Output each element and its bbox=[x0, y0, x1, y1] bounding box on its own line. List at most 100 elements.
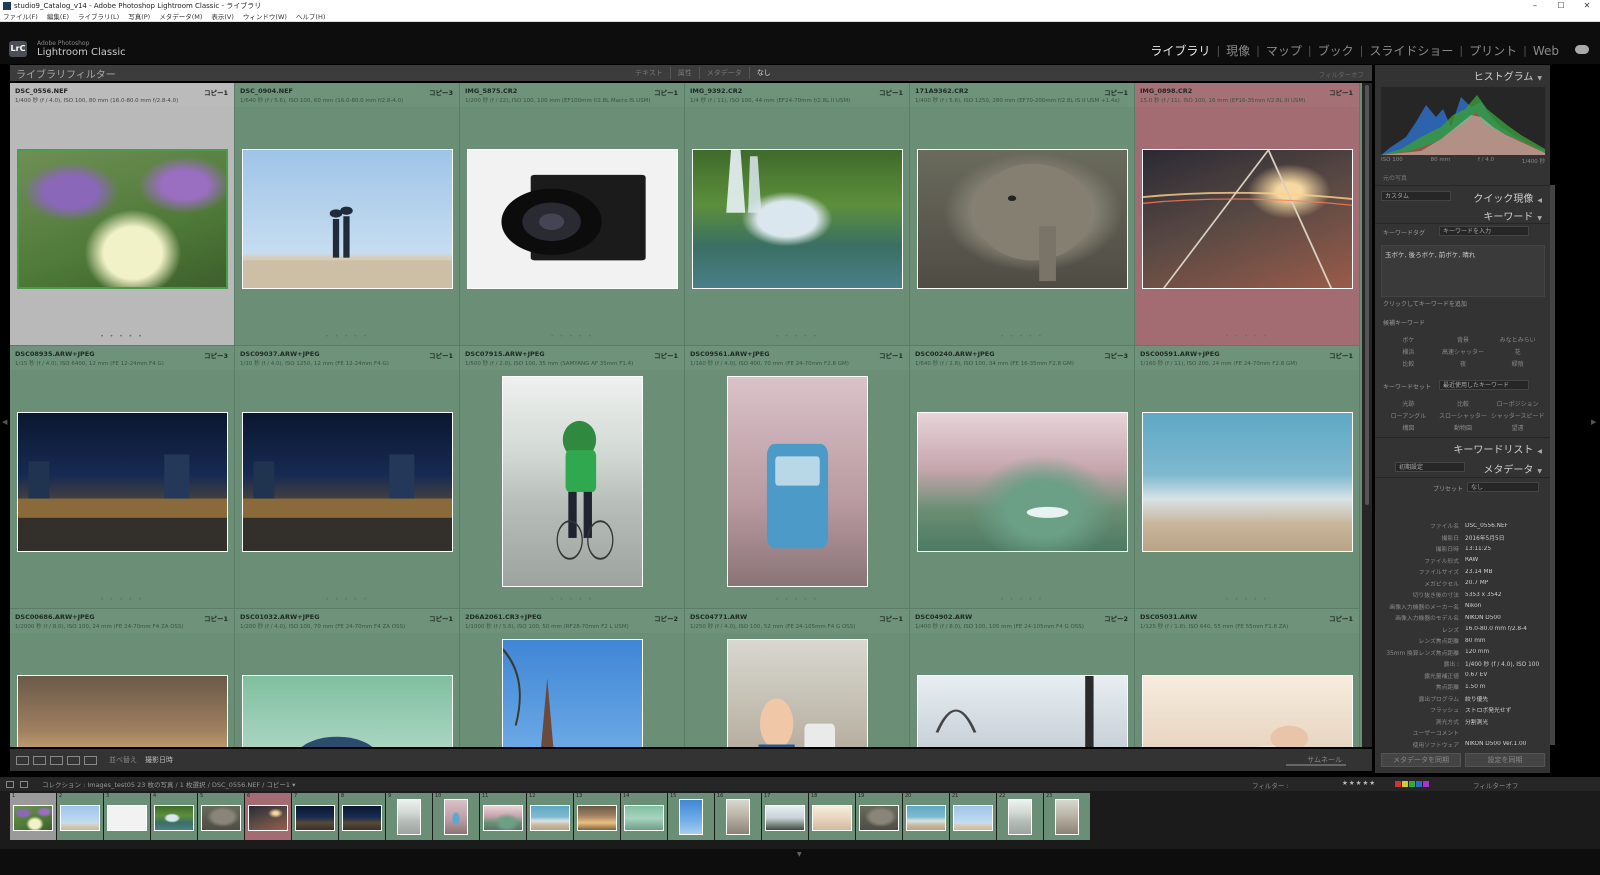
filmstrip-thumbnail[interactable] bbox=[60, 805, 100, 831]
cell-rating-dots[interactable]: • • • • • bbox=[910, 596, 1134, 603]
metadata-value[interactable]: NIKON D500 Ver.1.00 bbox=[1465, 741, 1526, 747]
grid-cell[interactable]: DSC07915.ARW+JPEG コピー1 1/500 秒 (f / 2.0), … bbox=[460, 346, 685, 609]
filmstrip-cell[interactable]: 14 bbox=[621, 793, 667, 840]
filmstrip-cell[interactable]: 4 bbox=[151, 793, 197, 840]
blue-label-icon[interactable] bbox=[1416, 781, 1422, 787]
keyword-set-select[interactable]: 最近使用したキーワード bbox=[1439, 380, 1529, 390]
menu-photo[interactable]: 写真(P) bbox=[128, 11, 150, 21]
filmstrip-cell[interactable]: 18 bbox=[809, 793, 855, 840]
keyword-set-item[interactable]: 光跡 bbox=[1381, 399, 1436, 408]
photo-thumbnail[interactable] bbox=[17, 412, 228, 552]
filmstrip-thumbnail[interactable] bbox=[342, 805, 382, 831]
grid-cell[interactable]: DSC_0904.NEF コピー3 1/640 秒 (f / 5.6), ISO 1… bbox=[235, 83, 460, 346]
filmstrip-thumbnail[interactable] bbox=[154, 805, 194, 831]
metadata-value[interactable]: 5353 x 3542 bbox=[1465, 592, 1502, 598]
filmstrip-thumbnail[interactable] bbox=[906, 805, 946, 831]
grid-cell[interactable]: DSC05031.ARW コピー1 1/125 秒 (f / 1.8), ISO 6… bbox=[1135, 609, 1360, 747]
filmstrip-thumbnail[interactable] bbox=[577, 805, 617, 831]
suggested-keyword[interactable]: 横浜 bbox=[1381, 347, 1436, 356]
filter-tab-attribute[interactable]: 属性 bbox=[669, 67, 699, 79]
right-panel-toggle-icon[interactable]: ▶ bbox=[1591, 418, 1596, 426]
filmstrip-thumbnail[interactable] bbox=[530, 805, 570, 831]
histogram-header[interactable]: ヒストグラム ▼ bbox=[1474, 68, 1542, 83]
filmstrip-thumbnail[interactable] bbox=[201, 805, 241, 831]
filmstrip-thumbnail[interactable] bbox=[679, 799, 703, 835]
grid-cell[interactable]: DSC09037.ARW+JPEG コピー1 1/10 秒 (f / 4.0), I… bbox=[235, 346, 460, 609]
rating-filter-stars[interactable]: ★★★★★ bbox=[1342, 779, 1376, 787]
cell-rating-dots[interactable]: • • • • • bbox=[685, 333, 909, 340]
module-3[interactable]: ブック bbox=[1312, 42, 1360, 59]
grid-cell[interactable]: IMG_0898.CR2 コピー1 15.0 秒 (f / 11), ISO 100… bbox=[1135, 83, 1360, 346]
grid-cell[interactable]: IMG_5875.CR2 コピー1 1/200 秒 (f / 22), ISO 10… bbox=[460, 83, 685, 346]
suggested-keyword[interactable]: 花 bbox=[1490, 347, 1545, 356]
module-0[interactable]: ライブラリ bbox=[1144, 42, 1216, 59]
filter-tab-text[interactable]: テキスト bbox=[628, 67, 670, 79]
sort-select[interactable]: 撮影日時 bbox=[145, 755, 173, 765]
filmstrip-cell[interactable]: 13 bbox=[574, 793, 620, 840]
filmstrip-cell[interactable]: 15 bbox=[668, 793, 714, 840]
metadata-value[interactable]: RAW bbox=[1465, 557, 1478, 563]
filmstrip-thumbnail[interactable] bbox=[624, 805, 664, 831]
photo-thumbnail[interactable] bbox=[1142, 675, 1353, 747]
metadata-value[interactable]: 16.0-80.0 mm f/2.8-4 bbox=[1465, 626, 1527, 632]
filmstrip-thumbnail[interactable] bbox=[859, 805, 899, 831]
grid-cell[interactable]: DSC00686.ARW+JPEG コピー1 1/2000 秒 (f / 8.0),… bbox=[10, 609, 235, 747]
filmstrip-cell[interactable]: 16 bbox=[715, 793, 761, 840]
filmstrip-thumbnail[interactable] bbox=[397, 799, 421, 835]
grid-view-icon[interactable] bbox=[16, 755, 29, 765]
menu-edit[interactable]: 編集(E) bbox=[47, 11, 69, 21]
close-icon[interactable]: ✕ bbox=[1574, 0, 1600, 11]
filmstrip-cell[interactable]: 23 bbox=[1044, 793, 1090, 840]
cell-rating-dots[interactable]: • • • • • bbox=[235, 596, 459, 603]
metadata-value[interactable]: DSC_0556.NEF bbox=[1465, 523, 1508, 529]
filmstrip-thumbnail[interactable] bbox=[13, 805, 53, 831]
grid-cell[interactable]: IMG_9392.CR2 コピー1 1/4 秒 (f / 11), ISO 100,… bbox=[685, 83, 910, 346]
suggested-keyword[interactable]: ボケ bbox=[1381, 335, 1436, 344]
keyword-list-header[interactable]: キーワードリスト ◀ bbox=[1453, 441, 1542, 456]
filmstrip-cell[interactable]: 12 bbox=[527, 793, 573, 840]
suggested-keyword[interactable]: 緑陰 bbox=[1490, 359, 1545, 368]
filmstrip-cell[interactable]: 9 bbox=[386, 793, 432, 840]
photo-thumbnail[interactable] bbox=[502, 639, 643, 747]
metadata-value[interactable]: 80 mm bbox=[1465, 638, 1486, 644]
quick-develop-header[interactable]: クイック現像 ◀ bbox=[1473, 190, 1542, 205]
filmstrip-cell[interactable]: 10 bbox=[433, 793, 479, 840]
photo-thumbnail[interactable] bbox=[242, 675, 453, 747]
keyword-set-item[interactable]: 構図 bbox=[1381, 423, 1436, 432]
add-keyword-hint[interactable]: クリックしてキーワードを追加 bbox=[1383, 299, 1467, 308]
photo-thumbnail[interactable] bbox=[467, 149, 678, 289]
filmstrip-cell[interactable]: 3 bbox=[104, 793, 150, 840]
keyword-set-item[interactable]: ローアングル bbox=[1381, 411, 1436, 420]
filmstrip-cell[interactable]: 8 bbox=[339, 793, 385, 840]
red-label-icon[interactable] bbox=[1395, 781, 1401, 787]
suggested-keyword[interactable]: 背景 bbox=[1436, 335, 1491, 344]
metadata-value[interactable]: 2016年5月5日 bbox=[1465, 533, 1505, 542]
filmstrip-cell[interactable]: 6 bbox=[245, 793, 291, 840]
grid-cell[interactable]: 2D6A2061.CR3+JPEG コピー2 1/1000 秒 (f / 5.6),… bbox=[460, 609, 685, 747]
grid-icon[interactable] bbox=[20, 780, 28, 788]
filmstrip-thumbnail[interactable] bbox=[1055, 799, 1079, 835]
filter-preset[interactable]: フィルターオフ bbox=[1319, 69, 1364, 79]
filmstrip-thumbnail[interactable] bbox=[726, 799, 750, 835]
filmstrip-thumbnail[interactable] bbox=[953, 805, 993, 831]
photo-thumbnail[interactable] bbox=[1142, 412, 1353, 552]
metadata-value[interactable]: 分割測光 bbox=[1465, 717, 1488, 726]
metadata-value[interactable]: 20.7 MP bbox=[1465, 580, 1488, 586]
original-photo-label[interactable]: 元の写真 bbox=[1383, 173, 1407, 182]
yellow-label-icon[interactable] bbox=[1402, 781, 1408, 787]
filmstrip-thumbnail[interactable] bbox=[295, 805, 335, 831]
filmstrip-toggle-icon[interactable]: ▼ bbox=[797, 851, 802, 858]
cell-rating-dots[interactable]: • • • • • bbox=[460, 333, 684, 340]
menu-view[interactable]: 表示(V) bbox=[211, 11, 234, 21]
filmstrip-cell[interactable]: 11 bbox=[480, 793, 526, 840]
metadata-value[interactable]: 1.50 m bbox=[1465, 684, 1485, 690]
photo-thumbnail[interactable] bbox=[917, 675, 1128, 747]
right-panel-scrollbar[interactable] bbox=[1550, 185, 1555, 745]
cell-rating-dots[interactable]: • • • • • bbox=[910, 333, 1134, 340]
menu-file[interactable]: ファイル(F) bbox=[3, 11, 38, 21]
metadata-preset-select[interactable]: 初期設定 bbox=[1395, 462, 1465, 472]
module-5[interactable]: プリント bbox=[1463, 42, 1523, 59]
photo-thumbnail[interactable] bbox=[727, 639, 868, 747]
grid-cell[interactable]: DSC09561.ARW+JPEG コピー1 1/160 秒 (f / 4.0), … bbox=[685, 346, 910, 609]
green-label-icon[interactable] bbox=[1409, 781, 1415, 787]
